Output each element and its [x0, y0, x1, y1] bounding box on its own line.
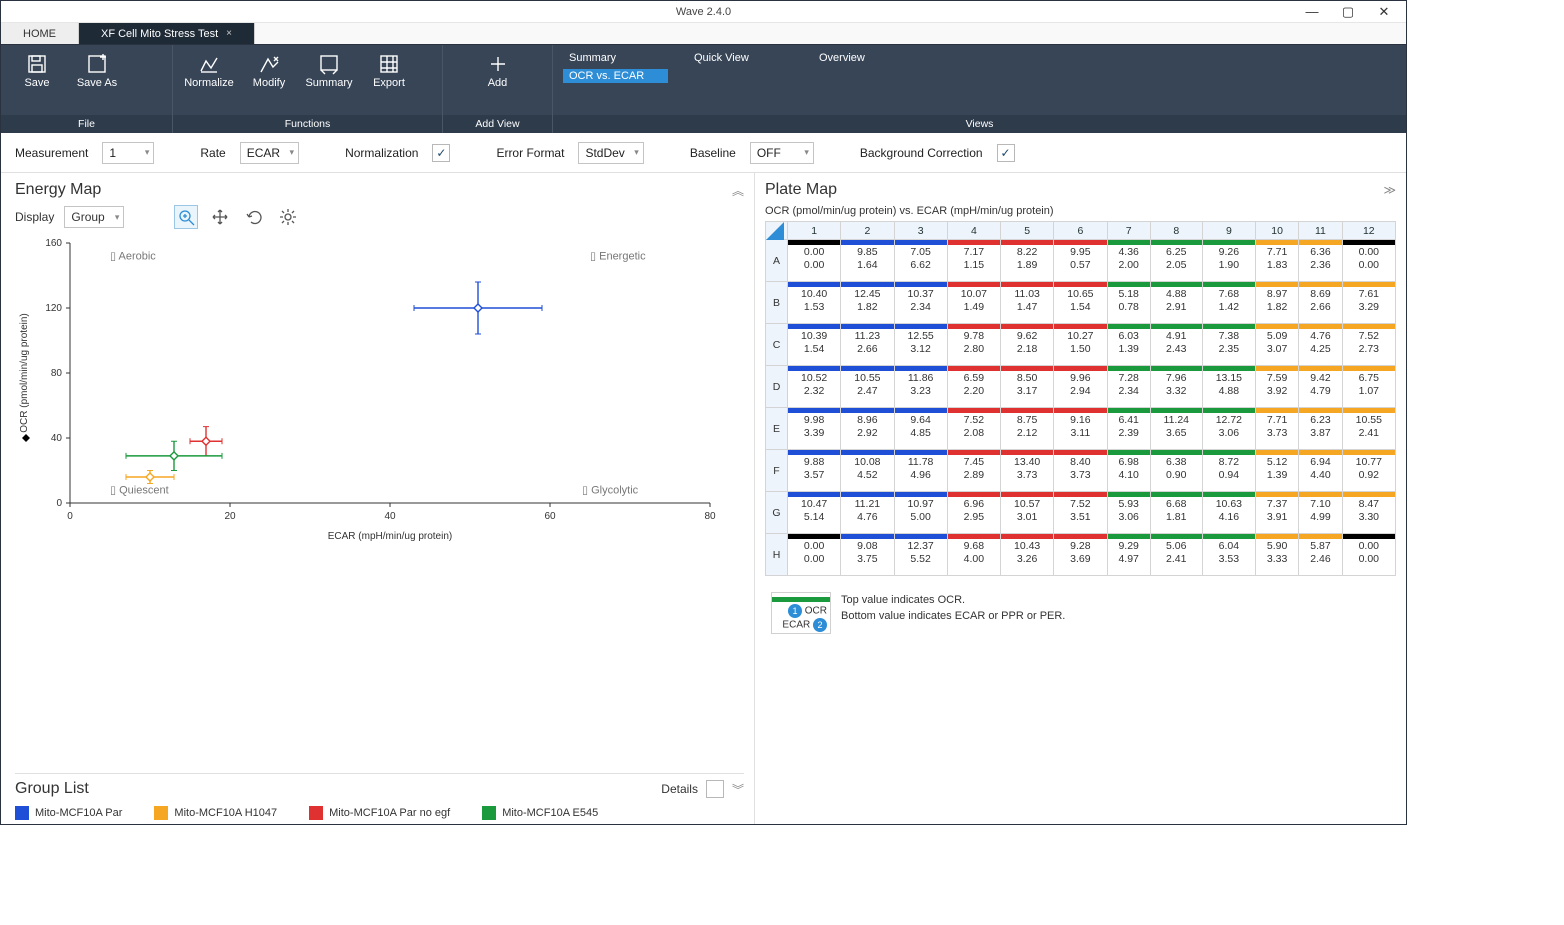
modify-button[interactable]: Modify: [241, 51, 297, 91]
ribbon: Save Save As File Normalize Modify Summa…: [1, 45, 1406, 133]
ribbon-group-addview: Add View: [443, 115, 552, 133]
legend-item[interactable]: Mito-MCF10A E545: [482, 806, 598, 820]
pan-icon[interactable]: [208, 205, 232, 229]
save-as-icon: [84, 53, 110, 75]
normalization-checkbox[interactable]: ✓: [432, 144, 450, 162]
baseline-select[interactable]: OFF: [750, 142, 814, 164]
rate-select[interactable]: ECAR: [240, 142, 299, 164]
filterbar: Measurement 1 Rate ECAR Normalization ✓ …: [1, 133, 1406, 173]
settings-icon[interactable]: [276, 205, 300, 229]
plate-subtitle: OCR (pmol/min/ug protein) vs. ECAR (mpH/…: [765, 205, 1396, 217]
legend-item[interactable]: Mito-MCF10A Par: [15, 806, 122, 820]
svg-text:OCR (pmol/min/ug protein): OCR (pmol/min/ug protein): [19, 313, 30, 432]
errfmt-select[interactable]: StdDev: [578, 142, 643, 164]
details-label: Details: [661, 782, 698, 796]
save-as-button[interactable]: Save As: [69, 51, 125, 91]
view-quick[interactable]: Quick View: [688, 51, 793, 65]
minimize-button[interactable]: —: [1298, 4, 1326, 20]
ribbon-group-file: File: [1, 115, 172, 133]
svg-text:120: 120: [45, 303, 62, 314]
zoom-icon[interactable]: [174, 205, 198, 229]
ribbon-group-views: Views: [553, 115, 1406, 133]
rate-label: Rate: [200, 146, 225, 160]
bgcorr-checkbox[interactable]: ✓: [997, 144, 1015, 162]
svg-text:▯ Quiescent: ▯ Quiescent: [110, 484, 169, 496]
svg-text:40: 40: [51, 433, 63, 444]
svg-text:40: 40: [384, 511, 396, 522]
plate-legend: 1 OCR ECAR 2 Top value indicates OCR. Bo…: [765, 588, 1396, 638]
export-icon: [376, 53, 402, 75]
measurement-label: Measurement: [15, 146, 88, 160]
save-button[interactable]: Save: [9, 51, 65, 91]
summary-icon: [316, 53, 342, 75]
plus-icon: [485, 53, 511, 75]
undo-icon[interactable]: [242, 205, 266, 229]
svg-text:80: 80: [704, 511, 716, 522]
display-label: Display: [15, 210, 54, 224]
svg-text:▯ Glycolytic: ▯ Glycolytic: [582, 484, 639, 496]
baseline-label: Baseline: [690, 146, 736, 160]
normalize-icon: [196, 53, 222, 75]
legend-item[interactable]: Mito-MCF10A Par no egf: [309, 806, 450, 820]
tab-home[interactable]: HOME: [1, 23, 79, 44]
energy-chart[interactable]: 0 20 40 60 80 0 40 80 120 160 ECAR (mpH/min/ug pro…: [15, 233, 744, 773]
summary-button[interactable]: Summary: [301, 51, 357, 91]
errfmt-label: Error Format: [496, 146, 564, 160]
svg-text:160: 160: [45, 238, 62, 249]
collapse-groups-icon[interactable]: ︾: [732, 781, 744, 798]
plate-table[interactable]: 123456789101112A0.000.009.851.647.056.62…: [765, 221, 1396, 576]
svg-text:0: 0: [67, 511, 73, 522]
app-title: Wave 2.4.0: [676, 6, 731, 18]
expand-plate-icon[interactable]: ≫: [1383, 183, 1396, 197]
normalization-label: Normalization: [345, 146, 418, 160]
grouplist-title: Group List: [15, 780, 89, 798]
tab-mito-stress[interactable]: XF Cell Mito Stress Test×: [79, 23, 255, 44]
normalize-button[interactable]: Normalize: [181, 51, 237, 91]
svg-text:80: 80: [51, 368, 63, 379]
display-select[interactable]: Group: [64, 206, 124, 228]
details-checkbox[interactable]: ✓: [706, 780, 724, 798]
close-button[interactable]: ✕: [1370, 4, 1398, 20]
legend-item[interactable]: Mito-MCF10A H1047: [154, 806, 277, 820]
titlebar: Wave 2.4.0 — ▢ ✕: [1, 1, 1406, 23]
svg-text:▯ Energetic: ▯ Energetic: [590, 250, 646, 262]
close-icon[interactable]: ×: [226, 28, 232, 39]
save-icon: [24, 53, 50, 75]
add-view-button[interactable]: Add: [470, 51, 526, 91]
energy-title: Energy Map: [15, 181, 101, 199]
view-overview[interactable]: Overview: [813, 51, 918, 65]
svg-text:ECAR (mpH/min/ug protein): ECAR (mpH/min/ug protein): [328, 531, 452, 542]
plate-title: Plate Map: [765, 181, 837, 199]
measurement-select[interactable]: 1: [102, 142, 154, 164]
view-summary[interactable]: Summary: [563, 51, 668, 65]
view-ocr-ecar[interactable]: OCR vs. ECAR: [563, 69, 668, 83]
svg-text:20: 20: [224, 511, 236, 522]
export-button[interactable]: Export: [361, 51, 417, 91]
bgcorr-label: Background Correction: [860, 146, 983, 160]
svg-text:▯ Aerobic: ▯ Aerobic: [110, 250, 156, 262]
collapse-energy-icon[interactable]: ︽: [732, 182, 744, 199]
app-window: Wave 2.4.0 — ▢ ✕ HOME XF Cell Mito Stres…: [0, 0, 1407, 825]
ribbon-group-functions: Functions: [173, 115, 442, 133]
svg-text:60: 60: [544, 511, 556, 522]
maximize-button[interactable]: ▢: [1334, 4, 1362, 20]
svg-text:0: 0: [56, 498, 62, 509]
modify-icon: [256, 53, 282, 75]
tabstrip: HOME XF Cell Mito Stress Test×: [1, 23, 1406, 45]
